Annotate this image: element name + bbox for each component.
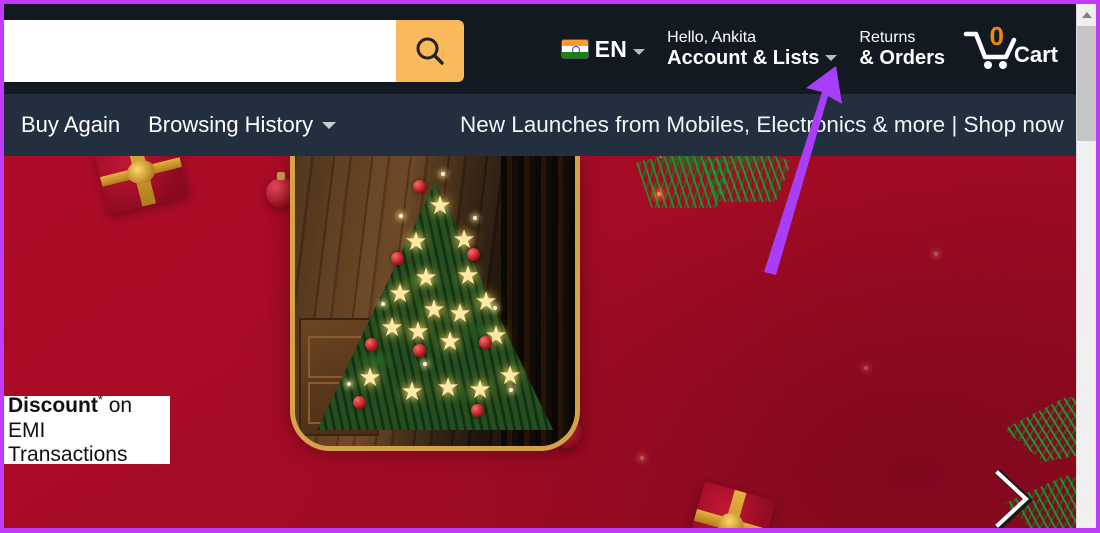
cart-item-count: 0	[989, 21, 1004, 51]
search-icon	[416, 37, 444, 65]
search-button[interactable]	[396, 20, 464, 82]
tree-star-lights: ★ ★ ★ ★ ★ ★ ★ ★ ★ ★ ★ ★ ★ ★ ★ ★ ★ ★	[295, 156, 575, 446]
cart-label: Cart	[1013, 42, 1058, 67]
browser-screenshot: EN Hello, Ankita Account & Lists Returns…	[0, 0, 1100, 533]
account-label: Account & Lists	[667, 46, 820, 69]
cart-button[interactable]: 0 Cart	[956, 21, 1066, 77]
scrollbar-thumb[interactable]	[1077, 26, 1096, 141]
hero-headline-fragment: ON	[4, 322, 6, 353]
account-greeting: Hello, Ankita	[667, 28, 757, 46]
discount-line-1: Discount* on	[8, 392, 170, 419]
nav-right-group: EN Hello, Ankita Account & Lists Returns…	[551, 4, 1066, 94]
returns-label: Returns	[859, 28, 916, 46]
chevron-down-icon	[825, 55, 838, 62]
subnav-label: Buy Again	[21, 112, 121, 137]
shopping-cart-icon: 0	[962, 23, 1018, 71]
search-input[interactable]	[4, 20, 396, 82]
india-flag-icon	[561, 40, 588, 58]
chevron-right-icon	[995, 469, 1034, 528]
primary-navigation-bar: EN Hello, Ankita Account & Lists Returns…	[4, 4, 1076, 94]
vertical-scrollbar[interactable]	[1076, 4, 1096, 528]
language-code: EN	[594, 35, 628, 62]
subnav-label: Browsing History	[148, 112, 314, 137]
chevron-down-icon	[633, 48, 646, 55]
discount-on-text: on	[102, 393, 133, 417]
page-viewport: EN Hello, Ankita Account & Lists Returns…	[4, 4, 1076, 528]
bg-sparkle	[640, 456, 644, 460]
subnav-item-buy-again[interactable]: Buy Again	[10, 105, 131, 145]
discount-line-2: EMI Transactions	[8, 418, 128, 467]
subnav-item-browsing-history[interactable]: Browsing History	[137, 105, 347, 145]
returns-and-orders[interactable]: Returns & Orders	[848, 22, 956, 76]
tree-photo-background: ★ ★ ★ ★ ★ ★ ★ ★ ★ ★ ★ ★ ★ ★ ★ ★ ★ ★	[295, 156, 575, 446]
orders-label: & Orders	[859, 46, 945, 69]
pine-needles-top-right	[702, 156, 792, 202]
christmas-tree-image: ★ ★ ★ ★ ★ ★ ★ ★ ★ ★ ★ ★ ★ ★ ★ ★ ★ ★	[290, 156, 580, 451]
gift-bow-icon	[124, 157, 158, 187]
gift-bow-icon	[715, 510, 747, 528]
string-light-bulb	[657, 192, 661, 196]
discount-bold-text: Discount	[8, 393, 98, 417]
scroll-up-arrow-icon[interactable]	[1077, 4, 1096, 24]
chevron-down-icon	[322, 121, 337, 129]
bg-sparkle	[934, 252, 938, 256]
account-and-lists[interactable]: Hello, Ankita Account & Lists	[656, 22, 848, 76]
bg-sparkle	[864, 366, 868, 370]
emi-discount-card: Discount* on EMI Transactions	[4, 392, 170, 466]
hero-carousel-banner[interactable]: ★ ★ ★ ★ ★ ★ ★ ★ ★ ★ ★ ★ ★ ★ ★ ★ ★ ★ Disc…	[4, 156, 1076, 528]
subnav-promo-link[interactable]: New Launches from Mobiles, Electronics &…	[460, 94, 1064, 156]
carousel-next-button[interactable]	[990, 469, 1036, 528]
language-selector[interactable]: EN	[551, 29, 657, 70]
secondary-navigation-bar: Buy Again Browsing History New Launches …	[4, 94, 1076, 156]
subnav-promo-text: New Launches from Mobiles, Electronics &…	[460, 112, 1064, 137]
search-bar[interactable]	[4, 20, 464, 82]
